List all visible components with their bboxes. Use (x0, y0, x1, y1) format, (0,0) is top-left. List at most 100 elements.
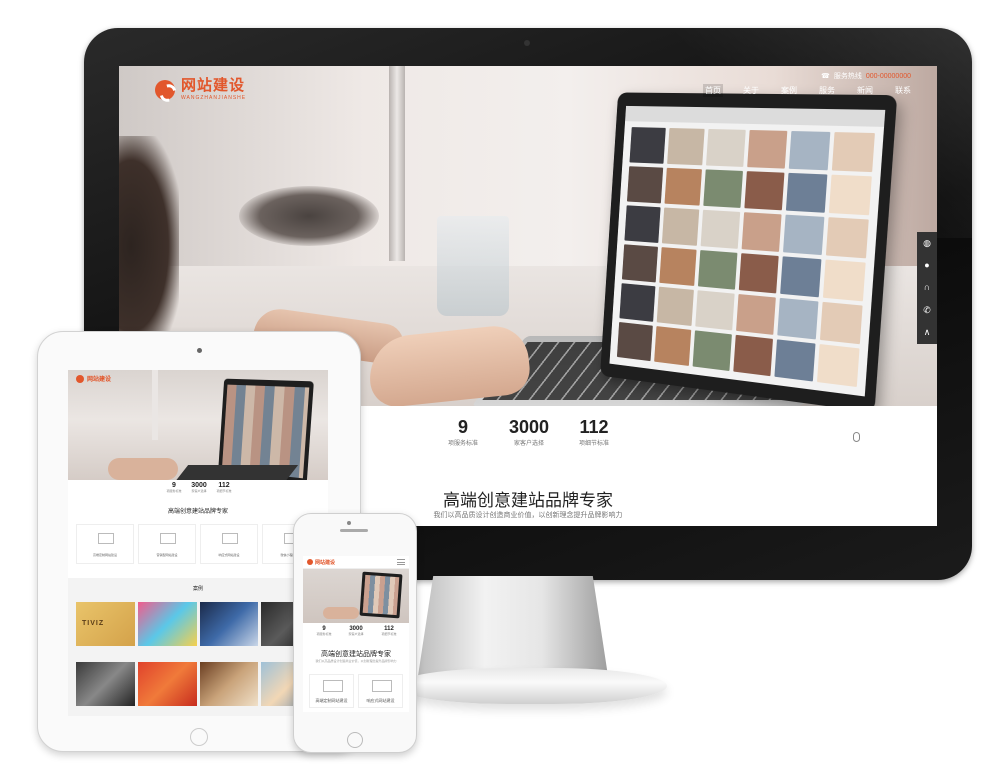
hero-photo-tile (706, 129, 745, 167)
phone-section-title: 高端创意建站品牌专家 (303, 649, 409, 659)
phone-icon[interactable]: ✆ (923, 306, 931, 315)
phone-stat: 112 项细节标准 (375, 626, 403, 636)
back-to-top-icon[interactable]: ∧ (924, 328, 931, 337)
tablet-stat: 9 项服务标准 (164, 482, 184, 493)
tablet-stats-bar: 9 项服务标准 3000 家客户选择 112 项细节标准 (68, 480, 328, 500)
phone-service-cards: 高端定制网站建设 响应式网站建设 (309, 674, 403, 708)
qq-icon[interactable]: ● (924, 261, 929, 270)
stat-number: 9 (443, 418, 483, 436)
hero-photo-tile (617, 322, 653, 361)
hero-photo-tile (780, 256, 821, 297)
nav-home[interactable]: 首页 (703, 84, 723, 97)
nav-about[interactable]: 关于 (741, 84, 761, 97)
case-thumbnail[interactable] (76, 662, 135, 706)
tablet-home-button (190, 728, 208, 746)
stat-number: 112 (212, 482, 236, 489)
logo-mark-icon (155, 80, 175, 100)
service-card[interactable]: 营销型网站建设 (138, 524, 196, 564)
tablet-stat: 3000 家客户选择 (186, 482, 212, 493)
stat-label: 项细节标准 (375, 632, 403, 636)
hero-person (119, 136, 179, 356)
scroll-mouse-icon[interactable] (853, 432, 860, 442)
hero-photo-tile (627, 166, 663, 203)
stat-label: 家客户选择 (341, 632, 371, 636)
stat-label: 项细节标准 (569, 438, 619, 447)
hero-photo-tile (704, 169, 743, 208)
service-card-label: 高端定制网站建设 (77, 553, 133, 557)
hotline-label: 服务热线 (834, 71, 862, 81)
hero-photo-tile (783, 215, 825, 255)
hero-photo-tile (826, 217, 869, 258)
hero-photo-tile (777, 298, 818, 340)
stat-label: 家客户选择 (499, 438, 559, 447)
service-card[interactable]: 高端定制网站建设 (76, 524, 134, 564)
hamburger-menu-icon[interactable] (397, 559, 405, 565)
nav-contact[interactable]: 联系 (893, 84, 913, 97)
service-card[interactable]: 响应式网站建设 (358, 674, 403, 708)
hero-photo-tile (744, 171, 784, 210)
hero-photo-tile (698, 250, 737, 290)
nav-services[interactable]: 服务 (817, 84, 837, 97)
hero-photo-tile (665, 168, 703, 206)
phone-header: 网站建设 (303, 556, 409, 569)
stat-number: 112 (569, 418, 619, 436)
tablet-camera (197, 348, 202, 353)
service-card[interactable]: 高端定制网站建设 (309, 674, 354, 708)
monitor-camera (524, 40, 530, 46)
hero-photo-tile (823, 260, 866, 302)
service-card[interactable]: 响应式网站建设 (200, 524, 258, 564)
tablet-screen: 网站建设 9 项服务标准 3000 家客户选择 112 项细节标准 高端创意建站… (68, 370, 328, 716)
hero-photo-tile (832, 132, 875, 172)
tablet-case-grid-row2 (76, 662, 320, 706)
hero-photo-tile (701, 210, 740, 249)
tablet-logo-text: 网站建设 (87, 374, 111, 383)
monitor-stand (418, 576, 608, 676)
phone-stat: 3000 家客户选择 (341, 626, 371, 636)
phone-stat: 9 项服务标准 (311, 626, 337, 636)
phone-camera (347, 521, 351, 525)
stat-service-standards: 9 项服务标准 (443, 418, 483, 447)
stat-clients: 3000 家客户选择 (499, 418, 559, 447)
hero-photo-tile (657, 287, 694, 326)
tablet-stat: 112 项细节标准 (212, 482, 236, 493)
hero-photo-tile (736, 294, 776, 335)
site-logo[interactable]: 网站建设 WANGZHANJIANSHE (155, 78, 246, 101)
nav-cases[interactable]: 案例 (779, 84, 799, 97)
hero-photo-tile (662, 208, 700, 246)
hero-photo-tile (619, 283, 655, 322)
hero-photo-tile (817, 344, 860, 387)
hero-photo-tile (624, 205, 660, 243)
hero-photo-tile (696, 290, 735, 330)
headset-icon[interactable]: ∩ (924, 283, 930, 292)
wechat-icon[interactable]: ◍ (923, 239, 931, 248)
hero-photo-tile (829, 175, 872, 216)
stat-label: 项服务标准 (443, 438, 483, 447)
stat-label: 家客户选择 (186, 489, 212, 493)
hero-photo-tile (774, 339, 815, 381)
phone-section-subtitle: 我们以高品质设计创造商业价值，以创新理念提升品牌影响力 (303, 659, 409, 663)
tablet-cases-title: 案例 (68, 585, 328, 592)
service-card-label: 高端定制网站建设 (310, 698, 353, 704)
case-thumbnail[interactable] (200, 662, 259, 706)
case-thumbnail[interactable] (200, 602, 259, 646)
hotline: ☎ 服务热线 000-00000000 (821, 71, 911, 81)
hero-lamp-pole (389, 66, 405, 261)
nav-news[interactable]: 新闻 (855, 84, 875, 97)
stats-bar: 9 项服务标准 3000 家客户选择 112 项细节标准 (363, 406, 907, 450)
case-thumbnail[interactable]: TIVIZ (76, 602, 135, 646)
hero-photo-tile (654, 326, 691, 366)
logo-name: 网站建设 (181, 78, 246, 93)
logo-mark-icon (76, 375, 84, 383)
phone-icon: ☎ (821, 72, 830, 80)
phone-screen: 网站建设 9 项服务标准 3000 家客户选择 112 项细节标准 高端创意建站… (303, 556, 409, 712)
case-brand-text: TIVIZ (82, 620, 104, 627)
tablet-logo[interactable]: 网站建设 (76, 374, 111, 383)
service-card-label: 营销型网站建设 (139, 553, 195, 557)
logo-subtitle: WANGZHANJIANSHE (181, 95, 246, 101)
case-thumbnail[interactable] (138, 602, 197, 646)
stat-number: 9 (164, 482, 184, 489)
case-thumbnail[interactable] (138, 662, 197, 706)
hero-laptop-photo-grid (609, 106, 885, 397)
logo-mark-icon (307, 559, 313, 565)
hero-photo-tile (741, 212, 781, 252)
